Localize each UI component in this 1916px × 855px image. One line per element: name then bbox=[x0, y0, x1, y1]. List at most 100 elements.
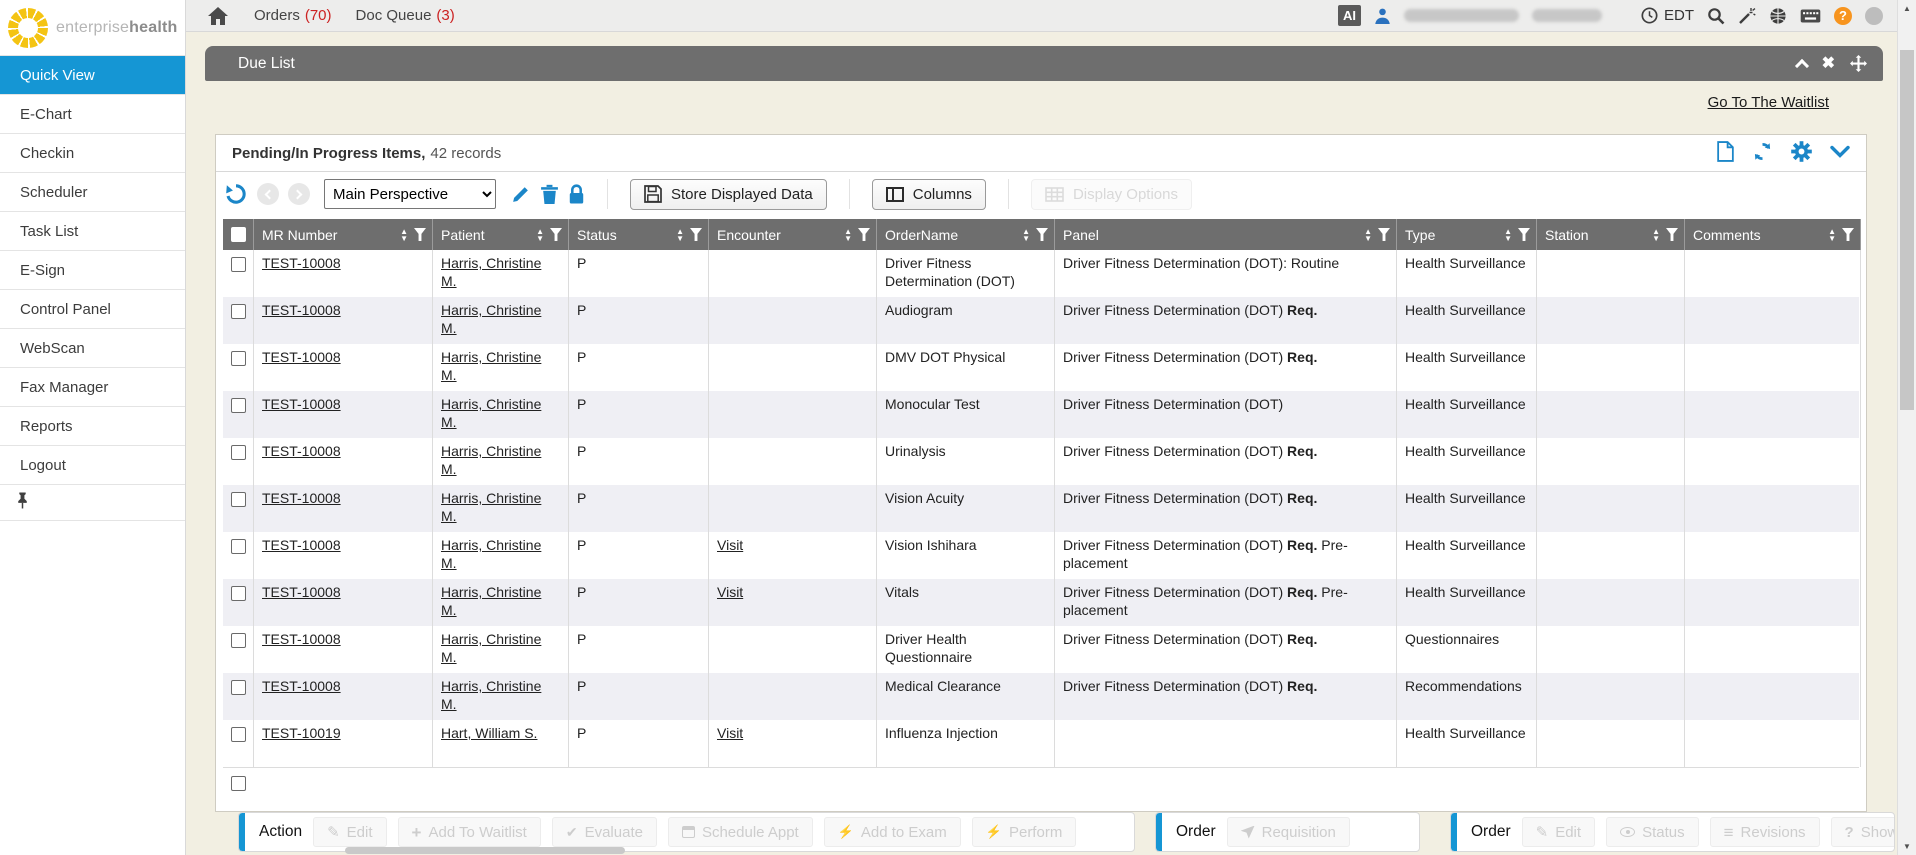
scroll-down-arrow[interactable]: ▼ bbox=[1898, 838, 1916, 855]
mr-number-link[interactable]: TEST-10008 bbox=[262, 302, 341, 318]
user-icon[interactable] bbox=[1374, 7, 1391, 24]
go-to-waitlist-link[interactable]: Go To The Waitlist bbox=[1708, 94, 1829, 111]
row-checkbox[interactable] bbox=[231, 398, 246, 413]
patient-link[interactable]: Harris, Christine M. bbox=[441, 255, 541, 289]
sort-icon[interactable]: ▲▼ bbox=[1022, 228, 1030, 242]
refresh-icon[interactable] bbox=[1752, 141, 1773, 166]
new-document-icon[interactable] bbox=[1717, 141, 1734, 166]
patient-link[interactable]: Hart, William S. bbox=[441, 725, 537, 741]
close-icon[interactable]: ✖ bbox=[1822, 56, 1835, 72]
mr-number-link[interactable]: TEST-10008 bbox=[262, 678, 341, 694]
vertical-scrollbar-thumb[interactable] bbox=[1900, 50, 1914, 410]
edit-perspective-icon[interactable] bbox=[510, 184, 531, 205]
row-checkbox[interactable] bbox=[231, 445, 246, 460]
row-checkbox[interactable] bbox=[231, 776, 246, 791]
horizontal-scrollbar-thumb[interactable] bbox=[345, 847, 625, 854]
filter-icon[interactable] bbox=[550, 228, 562, 241]
column-header-panel[interactable]: Panel▲▼ bbox=[1055, 219, 1397, 250]
sort-icon[interactable]: ▲▼ bbox=[1652, 228, 1660, 242]
pin-icon[interactable] bbox=[16, 492, 29, 514]
mr-number-link[interactable]: TEST-10019 bbox=[262, 725, 341, 741]
move-icon[interactable] bbox=[1850, 55, 1867, 72]
home-icon[interactable] bbox=[208, 7, 228, 25]
row-checkbox[interactable] bbox=[231, 257, 246, 272]
row-checkbox[interactable] bbox=[231, 727, 246, 742]
row-checkbox[interactable] bbox=[231, 633, 246, 648]
undo-icon[interactable] bbox=[224, 182, 248, 206]
chevron-down-icon[interactable] bbox=[1830, 145, 1850, 162]
globe-icon[interactable] bbox=[1769, 7, 1787, 25]
mr-number-link[interactable]: TEST-10008 bbox=[262, 584, 341, 600]
sidebar-item-task-list[interactable]: Task List bbox=[0, 212, 185, 251]
row-checkbox[interactable] bbox=[231, 586, 246, 601]
sidebar-item-quick-view[interactable]: Quick View bbox=[0, 56, 185, 95]
patient-link[interactable]: Harris, Christine M. bbox=[441, 349, 541, 383]
app-logo[interactable]: enterprisehealth bbox=[0, 0, 185, 55]
row-checkbox[interactable] bbox=[231, 351, 246, 366]
filter-icon[interactable] bbox=[690, 228, 702, 241]
mr-number-link[interactable]: TEST-10008 bbox=[262, 631, 341, 647]
filter-icon[interactable] bbox=[414, 228, 426, 241]
gear-icon[interactable] bbox=[1791, 141, 1812, 166]
sidebar-item-e-sign[interactable]: E-Sign bbox=[0, 251, 185, 290]
sidebar-item-webscan[interactable]: WebScan bbox=[0, 329, 185, 368]
patient-link[interactable]: Harris, Christine M. bbox=[441, 584, 541, 618]
sidebar-item-reports[interactable]: Reports bbox=[0, 407, 185, 446]
patient-link[interactable]: Harris, Christine M. bbox=[441, 537, 541, 571]
row-checkbox[interactable] bbox=[231, 304, 246, 319]
wand-icon[interactable] bbox=[1738, 7, 1756, 25]
column-header-type[interactable]: Type▲▼ bbox=[1397, 219, 1537, 250]
nav-doc-queue[interactable]: Doc Queue(3) bbox=[356, 7, 455, 24]
lock-icon[interactable] bbox=[568, 184, 585, 205]
mr-number-link[interactable]: TEST-10008 bbox=[262, 349, 341, 365]
search-icon[interactable] bbox=[1707, 7, 1725, 25]
filter-icon[interactable] bbox=[1518, 228, 1530, 241]
column-header-ordername[interactable]: OrderName▲▼ bbox=[877, 219, 1055, 250]
patient-link[interactable]: Harris, Christine M. bbox=[441, 443, 541, 477]
sidebar-item-e-chart[interactable]: E-Chart bbox=[0, 95, 185, 134]
visit-link[interactable]: Visit bbox=[717, 725, 743, 741]
column-header-comments[interactable]: Comments▲▼ bbox=[1685, 219, 1861, 250]
patient-link[interactable]: Harris, Christine M. bbox=[441, 631, 541, 665]
sidebar-item-control-panel[interactable]: Control Panel bbox=[0, 290, 185, 329]
store-displayed-data-button[interactable]: Store Displayed Data bbox=[630, 179, 827, 210]
sidebar-item-fax-manager[interactable]: Fax Manager bbox=[0, 368, 185, 407]
sidebar-item-checkin[interactable]: Checkin bbox=[0, 134, 185, 173]
keyboard-icon[interactable] bbox=[1800, 9, 1821, 23]
scroll-up-arrow[interactable]: ▲ bbox=[1898, 0, 1916, 17]
sort-icon[interactable]: ▲▼ bbox=[400, 228, 408, 242]
patient-link[interactable]: Harris, Christine M. bbox=[441, 678, 541, 712]
sort-icon[interactable]: ▲▼ bbox=[536, 228, 544, 242]
perspective-select[interactable]: Main Perspective bbox=[324, 179, 496, 209]
column-header-patient[interactable]: Patient▲▼ bbox=[433, 219, 569, 250]
sidebar-item-scheduler[interactable]: Scheduler bbox=[0, 173, 185, 212]
column-header-encounter[interactable]: Encounter▲▼ bbox=[709, 219, 877, 250]
columns-button[interactable]: Columns bbox=[872, 179, 986, 210]
column-header-mr-number[interactable]: MR Number▲▼ bbox=[254, 219, 433, 250]
mr-number-link[interactable]: TEST-10008 bbox=[262, 396, 341, 412]
column-header-station[interactable]: Station▲▼ bbox=[1537, 219, 1685, 250]
column-header-status[interactable]: Status▲▼ bbox=[569, 219, 709, 250]
sort-icon[interactable]: ▲▼ bbox=[1364, 228, 1372, 242]
visit-link[interactable]: Visit bbox=[717, 584, 743, 600]
sort-icon[interactable]: ▲▼ bbox=[1504, 228, 1512, 242]
mr-number-link[interactable]: TEST-10008 bbox=[262, 490, 341, 506]
collapse-icon[interactable] bbox=[1795, 59, 1809, 73]
nav-orders[interactable]: Orders(70) bbox=[254, 7, 332, 24]
delete-perspective-icon[interactable] bbox=[540, 184, 559, 205]
ai-badge[interactable]: AI bbox=[1338, 5, 1361, 26]
mr-number-link[interactable]: TEST-10008 bbox=[262, 537, 341, 553]
sort-icon[interactable]: ▲▼ bbox=[844, 228, 852, 242]
select-all-checkbox[interactable] bbox=[231, 227, 246, 242]
mr-number-link[interactable]: TEST-10008 bbox=[262, 443, 341, 459]
filter-icon[interactable] bbox=[1378, 228, 1390, 241]
row-checkbox[interactable] bbox=[231, 680, 246, 695]
profile-circle-icon[interactable] bbox=[1865, 7, 1883, 25]
sidebar-item-logout[interactable]: Logout bbox=[0, 446, 185, 485]
row-checkbox[interactable] bbox=[231, 539, 246, 554]
sort-icon[interactable]: ▲▼ bbox=[676, 228, 684, 242]
visit-link[interactable]: Visit bbox=[717, 537, 743, 553]
filter-icon[interactable] bbox=[1036, 228, 1048, 241]
row-checkbox[interactable] bbox=[231, 492, 246, 507]
sort-icon[interactable]: ▲▼ bbox=[1828, 228, 1836, 242]
